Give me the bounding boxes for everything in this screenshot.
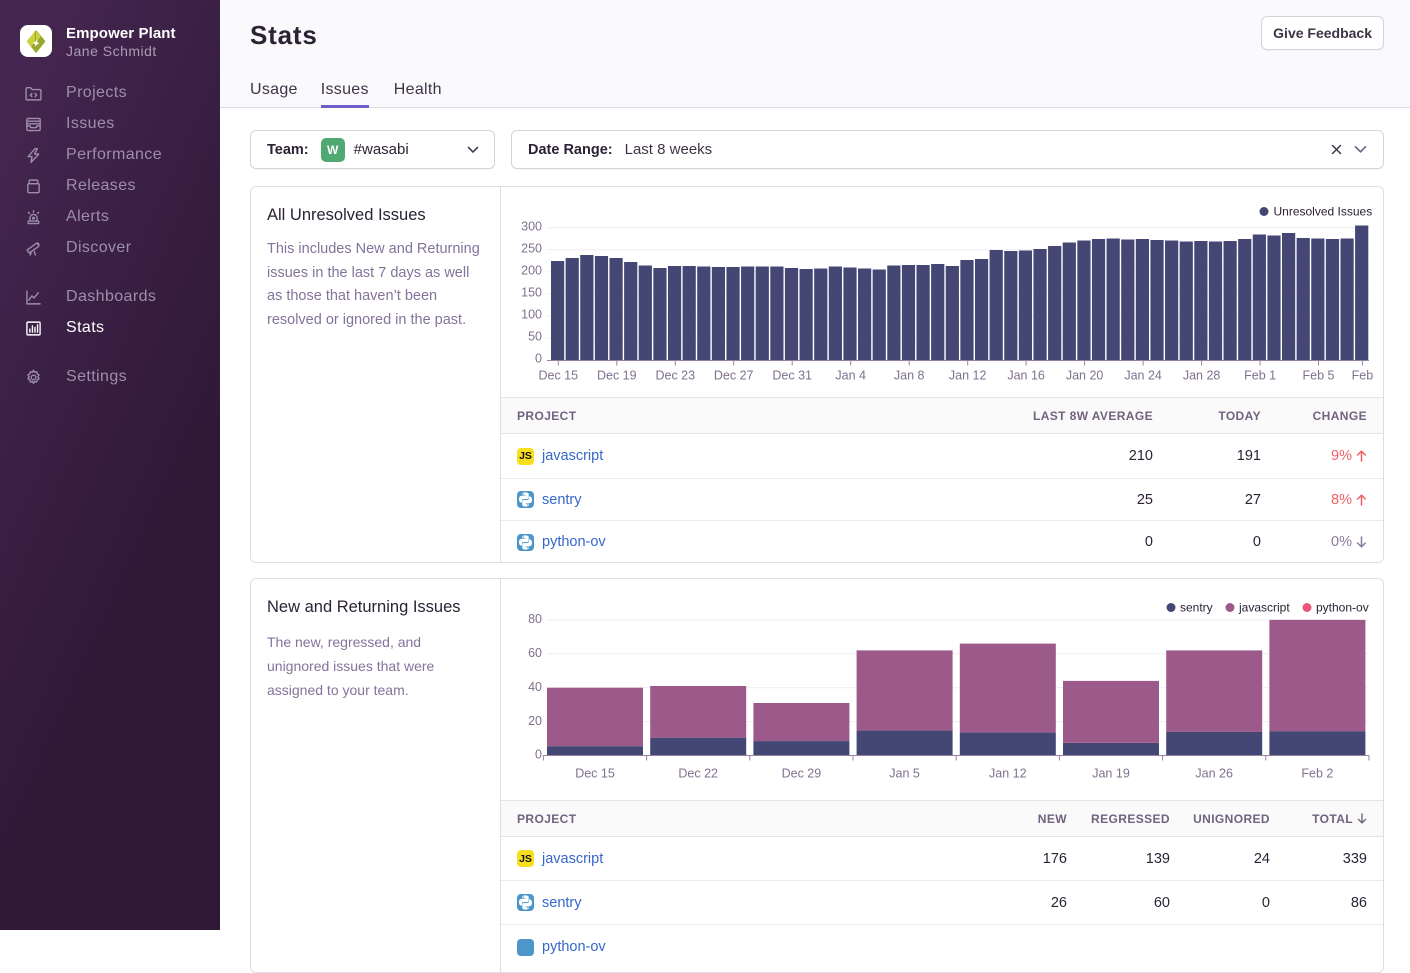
svg-text:Dec 22: Dec 22 [678, 767, 718, 781]
svg-text:Dec 31: Dec 31 [772, 369, 812, 383]
svg-text:100: 100 [521, 308, 542, 322]
svg-text:Dec 15: Dec 15 [538, 369, 578, 383]
svg-text:60: 60 [528, 646, 542, 660]
svg-text:300: 300 [521, 219, 542, 233]
svg-text:0: 0 [535, 748, 542, 762]
svg-text:Jan 24: Jan 24 [1124, 369, 1162, 383]
svg-text:80: 80 [528, 612, 542, 626]
svg-text:Dec 19: Dec 19 [597, 369, 637, 383]
svg-text:Feb: Feb [1352, 369, 1374, 383]
svg-text:Unresolved Issues: Unresolved Issues [1274, 205, 1373, 219]
svg-text:sentry: sentry [1180, 601, 1213, 615]
svg-text:javascript: javascript [1238, 601, 1290, 615]
svg-text:40: 40 [528, 680, 542, 694]
svg-text:Jan 19: Jan 19 [1092, 767, 1130, 781]
svg-text:Dec 29: Dec 29 [782, 767, 822, 781]
svg-text:250: 250 [521, 241, 542, 255]
svg-text:50: 50 [528, 330, 542, 344]
svg-text:Feb 1: Feb 1 [1244, 369, 1276, 383]
svg-text:Jan 5: Jan 5 [889, 767, 920, 781]
svg-text:Jan 20: Jan 20 [1066, 369, 1104, 383]
svg-text:Jan 12: Jan 12 [949, 369, 987, 383]
svg-text:python-ov: python-ov [1316, 601, 1369, 615]
svg-text:150: 150 [521, 286, 542, 300]
svg-text:Jan 16: Jan 16 [1007, 369, 1045, 383]
svg-text:Feb 5: Feb 5 [1303, 369, 1335, 383]
svg-text:0: 0 [535, 352, 542, 366]
svg-text:Jan 12: Jan 12 [989, 767, 1027, 781]
svg-text:Dec 23: Dec 23 [655, 369, 695, 383]
svg-text:200: 200 [521, 264, 542, 278]
svg-text:Jan 26: Jan 26 [1195, 767, 1233, 781]
svg-text:Dec 27: Dec 27 [714, 369, 754, 383]
svg-text:Jan 8: Jan 8 [894, 369, 925, 383]
svg-text:20: 20 [528, 714, 542, 728]
svg-text:Feb 2: Feb 2 [1301, 767, 1333, 781]
svg-text:Jan 28: Jan 28 [1183, 369, 1221, 383]
svg-text:Jan 4: Jan 4 [835, 369, 866, 383]
svg-text:Dec 15: Dec 15 [575, 767, 615, 781]
